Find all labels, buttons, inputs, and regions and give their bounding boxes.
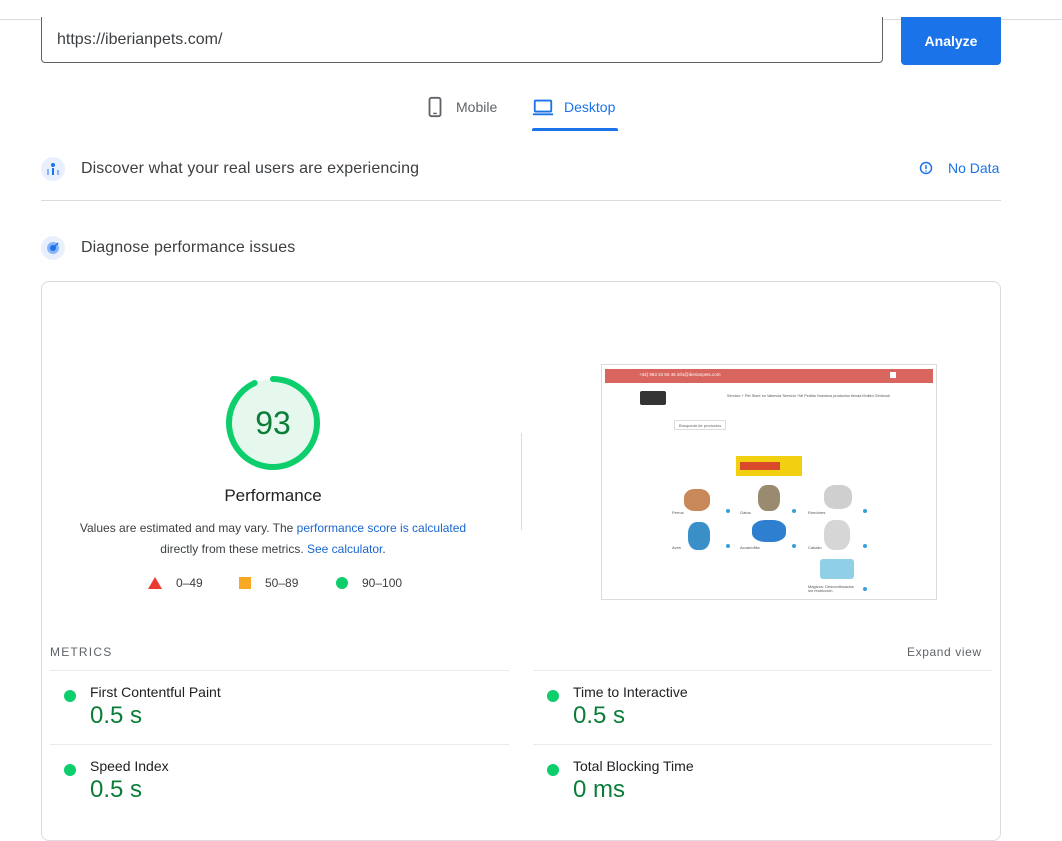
tab-desktop-label: Desktop: [564, 99, 616, 115]
tab-mobile[interactable]: Mobile: [424, 95, 497, 131]
field-data-header: Discover what your real users are experi…: [41, 157, 419, 181]
metrics-divider: [533, 744, 992, 745]
legend-average-range: 50–89: [265, 576, 299, 590]
tab-desktop[interactable]: Desktop: [532, 95, 615, 131]
metric-name: First Contentful Paint: [90, 684, 221, 700]
cart-icon: [890, 372, 896, 378]
pet-label: Gatos: [740, 510, 751, 515]
active-tab-indicator: [532, 128, 618, 131]
info-icon: [919, 161, 933, 175]
metrics-divider: [50, 670, 509, 671]
desc-middle: directly from these metrics.: [160, 542, 307, 556]
lab-data-header: Diagnose performance issues: [41, 236, 295, 260]
tab-mobile-label: Mobile: [456, 99, 498, 115]
laptop-icon: [532, 99, 554, 116]
crux-icon: [41, 157, 65, 181]
analyze-button-label: Analyze: [924, 33, 978, 49]
preview-search: Búsqueda de productos: [674, 420, 726, 430]
expand-view-button[interactable]: Expand view: [907, 645, 982, 659]
pass-circle-icon: [547, 764, 559, 776]
pet-dot: [792, 544, 796, 548]
pet-dot: [792, 509, 796, 513]
desc-suffix: .: [382, 542, 386, 556]
pass-circle-icon: [64, 690, 76, 702]
rodent-image: [824, 485, 852, 509]
no-data-status: No Data: [919, 160, 999, 176]
url-input[interactable]: https://iberianpets.com/: [41, 17, 883, 63]
pet-label: Acuariofilia: [740, 545, 760, 550]
bird-image: [688, 522, 710, 550]
triangle-icon: [148, 577, 162, 589]
pet-label: Caballo: [808, 545, 822, 550]
preview-topbar-text: +34) 963 34 50 46 info@iberianpets.com: [639, 372, 721, 377]
analyze-button[interactable]: Analyze: [901, 17, 1001, 65]
pass-circle-icon: [547, 690, 559, 702]
desc-prefix: Values are estimated and may vary. The: [79, 521, 297, 535]
no-data-label: No Data: [948, 160, 1000, 176]
cat-image: [758, 485, 780, 511]
pass-circle-icon: [64, 764, 76, 776]
metrics-divider: [50, 744, 509, 745]
performance-description: Values are estimated and may vary. The p…: [73, 518, 473, 560]
fish-image: [752, 520, 786, 542]
pet-dot: [863, 544, 867, 548]
pet-dot: [863, 587, 867, 591]
phone-icon: [428, 96, 442, 118]
metric-name: Speed Index: [90, 758, 169, 774]
lighthouse-icon: [41, 236, 65, 260]
pet-label: Perros: [672, 510, 684, 515]
preview-banner: [736, 456, 802, 476]
page-screenshot[interactable]: +34) 963 34 50 46 info@iberianpets.com S…: [601, 364, 937, 600]
metric-name: Time to Interactive: [573, 684, 688, 700]
legend-pass: 90–100: [336, 576, 402, 590]
preview-logo: [640, 391, 666, 405]
preview-nav: Servicio + Pet Store en Valencia Servici…: [727, 394, 890, 398]
pet-label: Mágicos: Descontinuados sin restricción: [808, 584, 854, 593]
reptile-image: [820, 559, 854, 579]
performance-label: Performance: [224, 486, 322, 505]
vertical-divider: [521, 433, 522, 530]
lab-data-title: Diagnose performance issues: [81, 239, 296, 256]
field-data-title: Discover what your real users are experi…: [81, 160, 420, 177]
dog-image: [684, 489, 710, 511]
legend-pass-range: 90–100: [362, 576, 403, 590]
pet-label: Roedores: [808, 510, 826, 515]
url-input-value: https://iberianpets.com/: [57, 30, 223, 48]
see-calculator-link[interactable]: See calculator: [307, 542, 382, 556]
square-icon: [239, 577, 251, 589]
pet-dot: [726, 509, 730, 513]
legend-average: 50–89: [239, 576, 298, 590]
legend-fail: 0–49: [148, 576, 203, 590]
performance-score: 93: [255, 404, 291, 441]
circle-icon: [336, 577, 348, 589]
metrics-divider: [533, 670, 992, 671]
score-calculated-link[interactable]: performance score is calculated: [297, 521, 466, 535]
pet-label: Aves: [672, 545, 681, 550]
metric-value: 0 ms: [573, 776, 626, 803]
metric-value: 0.5 s: [90, 702, 143, 729]
pet-dot: [863, 509, 867, 513]
metric-name: Total Blocking Time: [573, 758, 694, 774]
horse-image: [824, 520, 850, 550]
metrics-heading: METRICS: [50, 645, 113, 659]
section-divider: [41, 200, 1001, 201]
preview-banner-text: [740, 462, 780, 470]
pet-dot: [726, 544, 730, 548]
metric-value: 0.5 s: [90, 776, 143, 803]
metric-value: 0.5 s: [573, 702, 626, 729]
legend-fail-range: 0–49: [176, 576, 203, 590]
